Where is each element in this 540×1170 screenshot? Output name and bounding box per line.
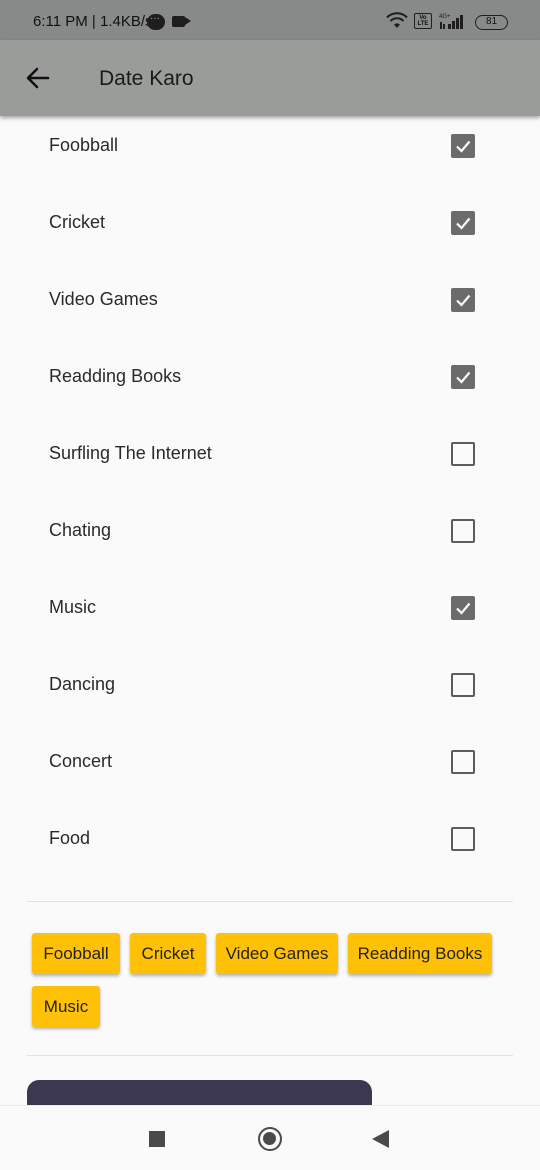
home-circle-icon[interactable] <box>258 1127 282 1151</box>
interest-checkbox[interactable] <box>451 211 475 235</box>
interest-checkbox[interactable] <box>451 442 475 466</box>
wifi-icon <box>386 12 408 28</box>
status-bar: 6:11 PM | 1.4KB/s Vo LTE 4G+ 81 <box>0 0 540 40</box>
interest-chip[interactable]: Foobball <box>32 933 120 974</box>
interest-row[interactable]: Chating <box>0 492 540 569</box>
interest-row[interactable]: Video Games <box>0 261 540 338</box>
checkmark-icon <box>456 294 471 307</box>
interest-chip[interactable]: Readding Books <box>348 933 492 974</box>
checkmark-icon <box>456 140 471 153</box>
interest-checkbox[interactable] <box>451 365 475 389</box>
back-triangle-icon[interactable] <box>372 1130 389 1148</box>
volte-icon: Vo LTE <box>414 13 432 29</box>
interest-row[interactable]: Cricket <box>0 184 540 261</box>
interest-row[interactable]: Concert <box>0 723 540 800</box>
interest-label: Video Games <box>49 289 158 309</box>
chat-bubble-icon <box>147 13 165 30</box>
interest-label: Surfling The Internet <box>49 443 212 463</box>
recents-square-icon[interactable] <box>149 1131 165 1147</box>
interest-label: Concert <box>49 751 113 771</box>
interest-row[interactable]: Music <box>0 569 540 646</box>
interest-row[interactable]: Foobball <box>0 107 540 184</box>
interest-label: Foobball <box>49 135 119 155</box>
interest-checkbox[interactable] <box>451 750 475 774</box>
arrow-left-icon <box>26 67 50 89</box>
interest-label: Food <box>49 828 91 848</box>
interest-chip[interactable]: Cricket <box>130 933 206 974</box>
divider <box>27 1055 513 1056</box>
battery-icon: 81 <box>475 15 508 30</box>
checkmark-icon <box>456 602 471 615</box>
interest-checkbox[interactable] <box>451 288 475 312</box>
interest-list: Foobball Cricket Video Games Readding Books… <box>0 107 540 877</box>
interest-row[interactable]: Readding Books <box>0 338 540 415</box>
interest-row[interactable]: Dancing <box>0 646 540 723</box>
video-camera-icon <box>172 16 191 27</box>
signal-icon: 4G+ <box>439 14 463 29</box>
interest-checkbox[interactable] <box>451 519 475 543</box>
interest-checkbox[interactable] <box>451 596 475 620</box>
interest-label: Cricket <box>49 212 106 232</box>
divider <box>27 901 513 902</box>
app-bar: Date Karo <box>0 40 540 116</box>
system-nav-bar <box>0 1105 540 1170</box>
interest-row[interactable]: Food <box>0 800 540 877</box>
interest-label: Dancing <box>49 674 116 694</box>
checkmark-icon <box>456 217 471 230</box>
interest-label: Music <box>49 597 97 617</box>
status-time: 6:11 PM | 1.4KB/s <box>33 13 153 30</box>
interest-chip[interactable]: Video Games <box>216 933 338 974</box>
checkmark-icon <box>456 371 471 384</box>
interest-row[interactable]: Surfling The Internet <box>0 415 540 492</box>
interest-checkbox[interactable] <box>451 827 475 851</box>
interest-checkbox[interactable] <box>451 134 475 158</box>
interest-checkbox[interactable] <box>451 673 475 697</box>
page-title: Date Karo <box>99 67 194 90</box>
interest-chip[interactable]: Music <box>32 986 100 1027</box>
interest-label: Readding Books <box>49 366 182 386</box>
svg-text:4G+: 4G+ <box>439 14 451 20</box>
interest-label: Chating <box>49 520 112 540</box>
back-button[interactable] <box>22 62 54 94</box>
